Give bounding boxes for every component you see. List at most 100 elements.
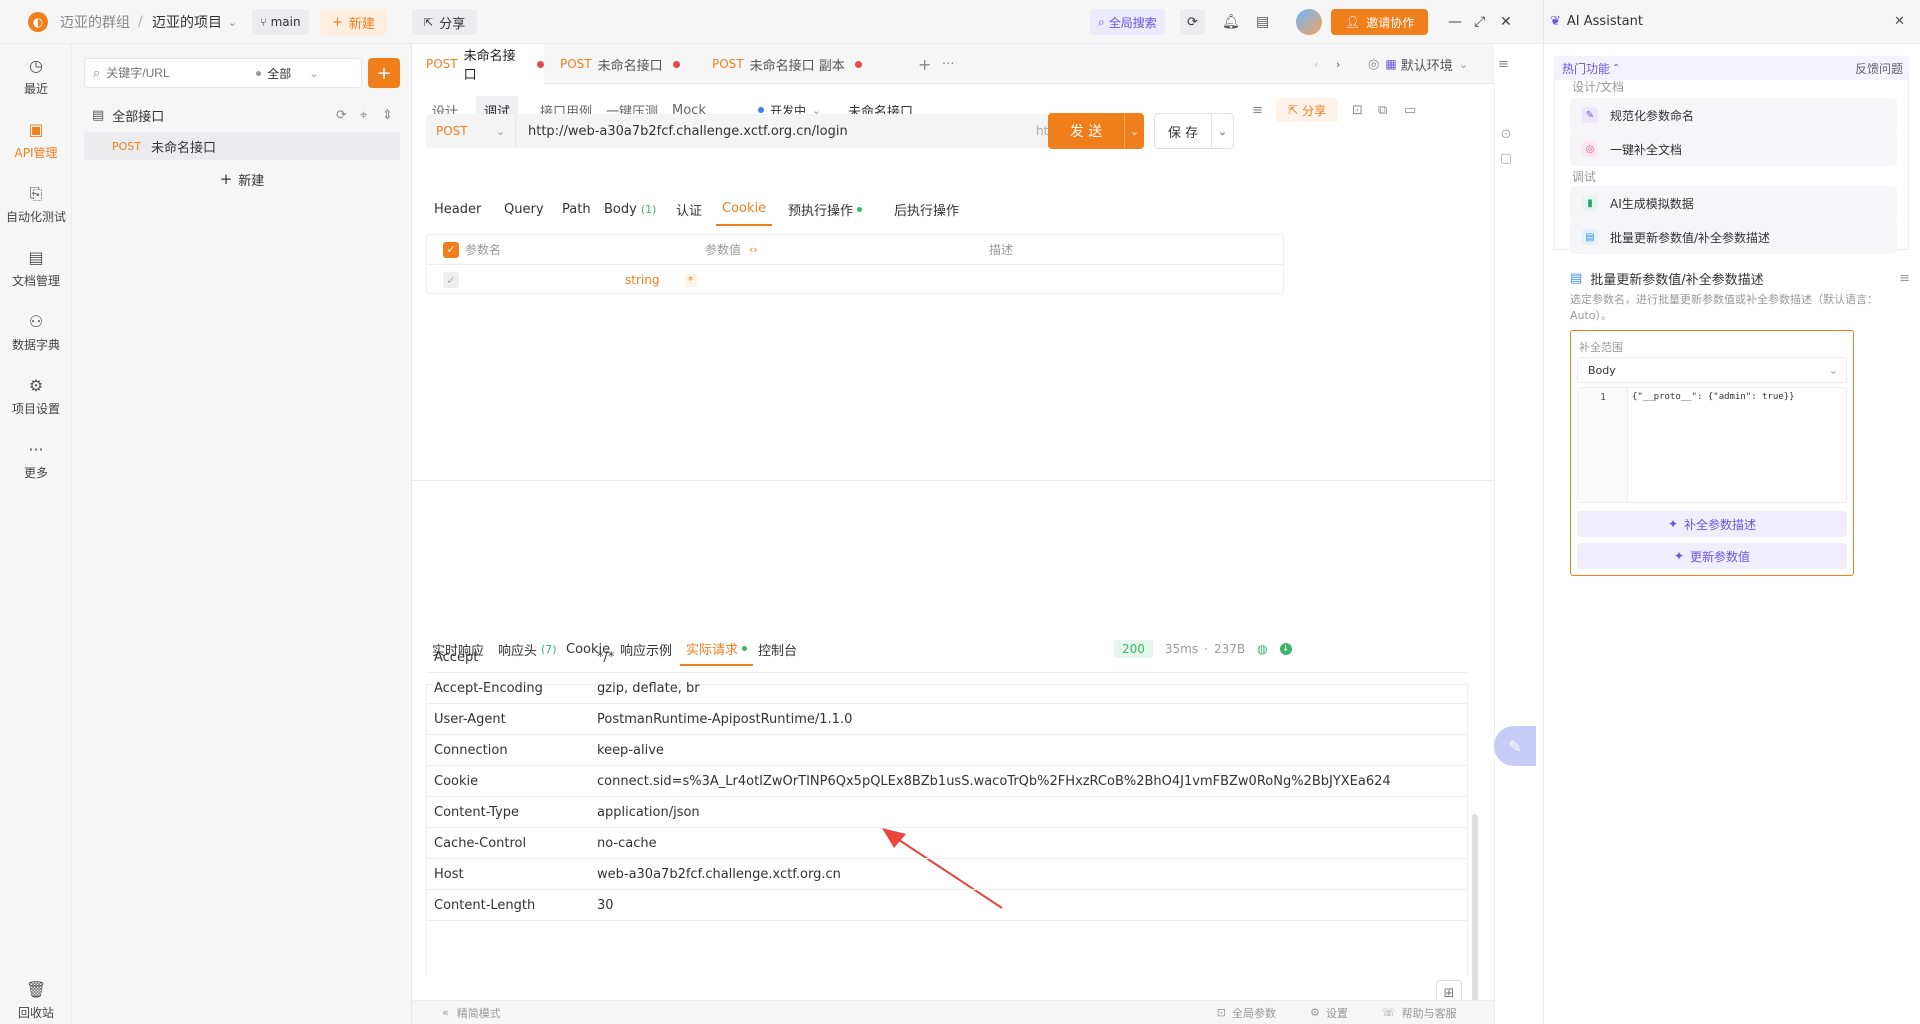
chevron-down-icon[interactable]: ⌄	[309, 67, 318, 80]
tree-search[interactable]: ⌕ 全部 ⌄	[84, 58, 362, 88]
minimize-icon[interactable]: —	[1448, 0, 1462, 44]
search-input[interactable]	[106, 66, 257, 80]
project-name[interactable]: 迈亚的项目	[152, 0, 222, 44]
rail-item-api[interactable]: ▣ API管理	[0, 120, 72, 161]
collapse-icon[interactable]: ⇕	[382, 108, 393, 123]
avatar[interactable]	[1296, 0, 1322, 44]
copy-icon[interactable]: ⧉	[1378, 96, 1387, 124]
menu-icon[interactable]: ≡	[1498, 44, 1509, 84]
close-icon[interactable]: ✕	[1500, 0, 1512, 44]
tab-body[interactable]: Body (1)	[604, 192, 656, 226]
new-button[interactable]: + 新建	[320, 9, 387, 35]
header-row[interactable]: Accept */*	[426, 642, 1468, 673]
method-select[interactable]: POST ⌄	[426, 114, 516, 148]
all-apis-row[interactable]: ▤ 全部接口 ⟳ ⌖ ⇕	[92, 100, 393, 130]
rail-item-settings[interactable]: ⚙ 项目设置	[0, 376, 72, 417]
card-mock-data[interactable]: ▮ AI生成模拟数据	[1570, 186, 1897, 220]
code-icon[interactable]: ▢	[1496, 148, 1516, 168]
filter-select[interactable]: 全部	[267, 65, 291, 82]
tab-prev-icon[interactable]: ‹	[1314, 44, 1318, 84]
collapse-icon[interactable]: «	[442, 1006, 449, 1019]
format-icon[interactable]: ≡	[1252, 96, 1263, 124]
bell-icon[interactable]: 🔔︎	[1222, 0, 1240, 44]
close-icon[interactable]: ✕	[1894, 14, 1905, 29]
tab-header[interactable]: Header	[434, 192, 481, 226]
rail-item-recent[interactable]: ◷ 最近	[0, 56, 72, 97]
tree-item-api[interactable]: POST 未命名接口	[84, 132, 400, 160]
code-editor[interactable]: 1 {"__proto__": {"admin": true}}	[1577, 387, 1847, 503]
send-button[interactable]: 发 送	[1048, 113, 1124, 149]
tab-post-script[interactable]: 后执行操作	[894, 192, 959, 226]
sync-icon[interactable]: ⟳	[1180, 9, 1205, 35]
settings-sliders-icon[interactable]: ≡	[1899, 271, 1910, 286]
add-api-button[interactable]: +	[368, 58, 400, 88]
header-row[interactable]: Content-Length 30	[426, 890, 1468, 921]
tab-cookie[interactable]: Cookie	[716, 192, 773, 226]
scrollbar[interactable]	[1472, 814, 1478, 1024]
tab-pre-script[interactable]: 预执行操作	[788, 192, 863, 226]
header-row[interactable]: User-Agent PostmanRuntime-ApipostRuntime/…	[426, 704, 1468, 735]
tab-request-1[interactable]: POST 未命名接口	[412, 44, 544, 84]
required-toggle[interactable]: *	[685, 273, 697, 287]
panel-toggle-icon[interactable]: ⊙	[1496, 124, 1516, 144]
header-row[interactable]: Cookie connect.sid=s%3A_Lr4otIZwOrTINP6Qx…	[426, 766, 1468, 797]
card-normalize-naming[interactable]: ✎ 规范化参数命名	[1570, 98, 1897, 132]
lock-icon[interactable]: ⊡	[1352, 96, 1363, 124]
refresh-icon[interactable]: ⟳	[336, 108, 347, 123]
method-tag: POST	[112, 139, 141, 153]
tab-request-2[interactable]: POST 未命名接口	[560, 44, 680, 84]
ai-float-button[interactable]: ✎	[1494, 726, 1536, 766]
rail-item-more[interactable]: ··· 更多	[0, 440, 72, 481]
code-line[interactable]: {"__proto__": {"admin": true}}	[1632, 392, 1795, 402]
header-row[interactable]: Content-Type application/json	[426, 797, 1468, 828]
tab-auth[interactable]: 认证	[676, 192, 702, 226]
chevron-down-icon[interactable]: ⌄	[228, 0, 237, 44]
tree-new-button[interactable]: + 新建	[84, 164, 400, 194]
tab-request-3[interactable]: POST 未命名接口 副本	[712, 44, 862, 84]
header-value: PostmanRuntime-ApipostRuntime/1.1.0	[597, 712, 853, 727]
send-dropdown-icon[interactable]: ⌄	[1124, 113, 1144, 149]
header-row[interactable]: Connection keep-alive	[426, 735, 1468, 766]
global-params-button[interactable]: 全局参数	[1232, 1005, 1276, 1021]
card-batch-update[interactable]: ▤ 批量更新参数值/补全参数描述	[1570, 220, 1897, 254]
rail-item-dictionary[interactable]: ⚇ 数据字典	[0, 312, 72, 353]
code-toggle-icon[interactable]: ‹›	[749, 243, 758, 256]
save-dropdown-icon[interactable]: ⌄	[1212, 113, 1234, 149]
save-icon[interactable]: ▭	[1404, 96, 1416, 124]
row-checkbox[interactable]: ✓	[443, 272, 459, 288]
header-row[interactable]: Accept-Encoding gzip, deflate, br	[426, 673, 1468, 704]
locate-icon[interactable]: ⌖	[360, 108, 367, 123]
save-button[interactable]: 保 存	[1154, 113, 1212, 149]
tab-path[interactable]: Path	[562, 192, 591, 226]
rail-item-docs[interactable]: ▤ 文档管理	[0, 248, 72, 289]
maximize-icon[interactable]: ⤢	[1474, 0, 1485, 44]
notes-icon[interactable]: ▤	[1256, 0, 1269, 44]
more-tabs-icon[interactable]: ···	[942, 44, 954, 84]
rail-item-automation[interactable]: ⎘ 自动化测试	[0, 184, 72, 225]
help-button[interactable]: 帮助与客服	[1402, 1005, 1457, 1021]
scope-select[interactable]: Body ⌄	[1577, 357, 1847, 383]
settings-button[interactable]: 设置	[1326, 1005, 1348, 1021]
card-complete-doc[interactable]: ◎ 一键补全文档	[1570, 132, 1897, 166]
tab-query[interactable]: Query	[504, 192, 544, 226]
team-name[interactable]: 迈亚的群组	[60, 0, 130, 44]
branch-selector[interactable]: ⑂ main	[252, 9, 309, 35]
share-api-button[interactable]: ⇱ 分享	[1276, 98, 1339, 122]
header-row[interactable]: Cache-Control no-cache	[426, 828, 1468, 859]
compact-mode-toggle[interactable]: 精简模式	[457, 1005, 501, 1021]
header-value: web-a30a7b2fcf.challenge.xctf.org.cn	[597, 867, 841, 882]
cookie-table-row[interactable]: ✓ string *	[427, 265, 1283, 295]
select-all-checkbox[interactable]: ✓	[443, 241, 459, 258]
tab-next-icon[interactable]: ›	[1336, 44, 1340, 84]
add-tab-icon[interactable]: +	[918, 44, 931, 84]
complete-desc-button[interactable]: ✦ 补全参数描述	[1577, 511, 1847, 537]
url-input[interactable]: http://web-a30a7b2fcf.challenge.xctf.org…	[516, 124, 1036, 139]
rail-item-trash[interactable]: 🗑︎ 回收站	[0, 980, 72, 1021]
env-selector[interactable]: ◎ ▦ 默认环境 ⌄	[1368, 44, 1468, 84]
share-button[interactable]: ⇱ 分享	[412, 9, 478, 35]
global-search-button[interactable]: ⌕ 全局搜索	[1090, 9, 1165, 35]
type-select[interactable]: string	[625, 273, 659, 287]
header-row[interactable]: Host web-a30a7b2fcf.challenge.xctf.org.cn	[426, 859, 1468, 890]
invite-button[interactable]: 👤︎ 邀请协作	[1331, 9, 1429, 35]
update-values-button[interactable]: ✦ 更新参数值	[1577, 543, 1847, 569]
